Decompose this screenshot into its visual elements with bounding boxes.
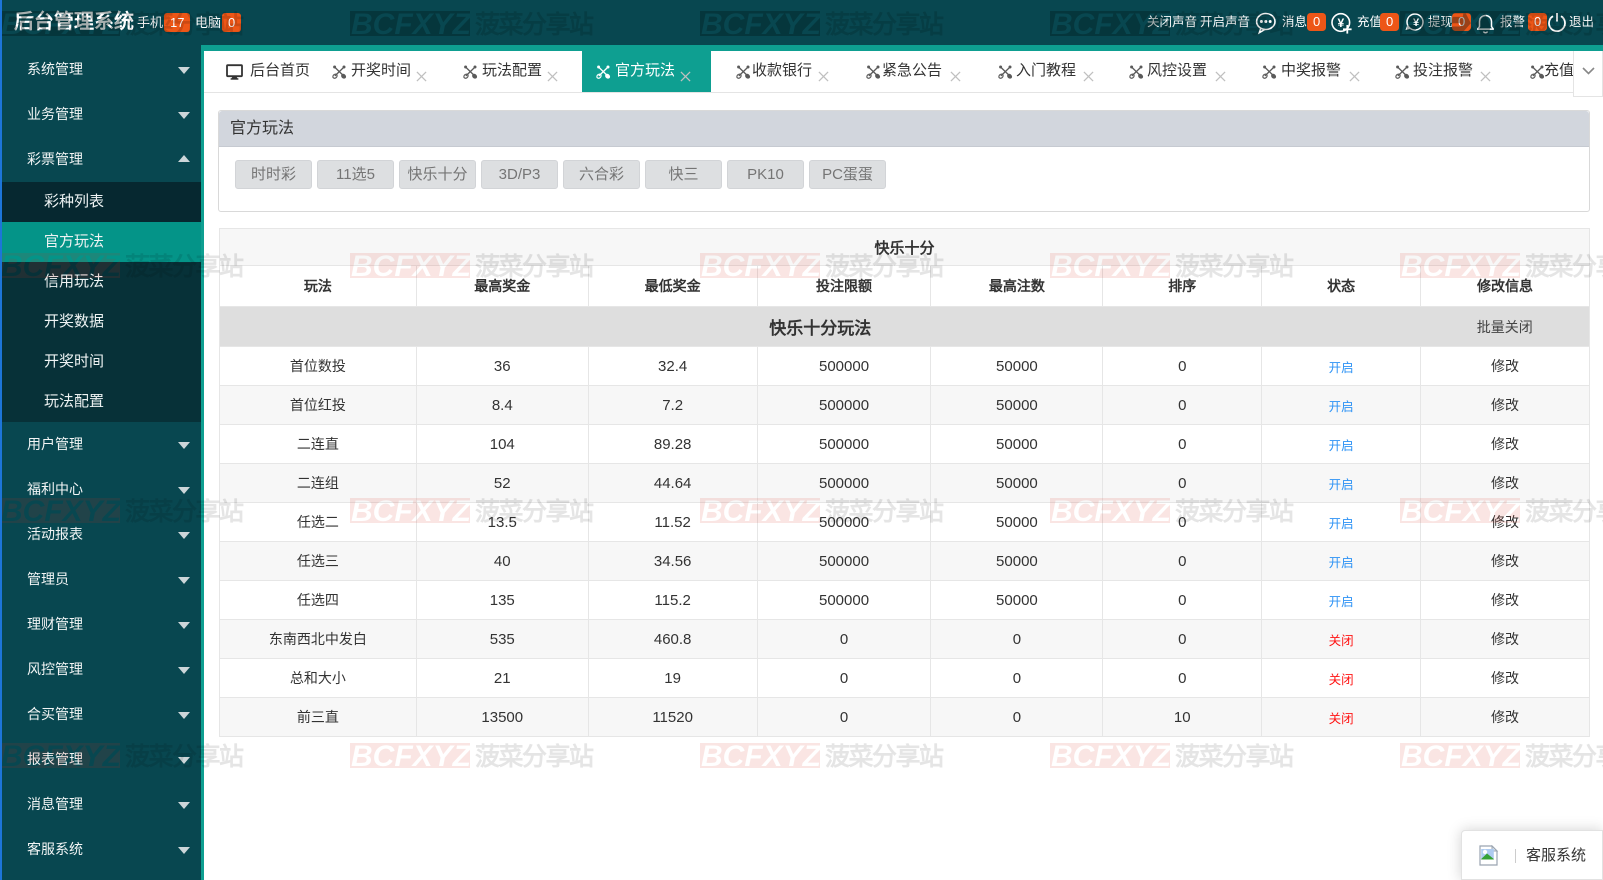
svg-text:¥: ¥ (1337, 16, 1344, 30)
svg-text:¥: ¥ (1413, 17, 1420, 29)
